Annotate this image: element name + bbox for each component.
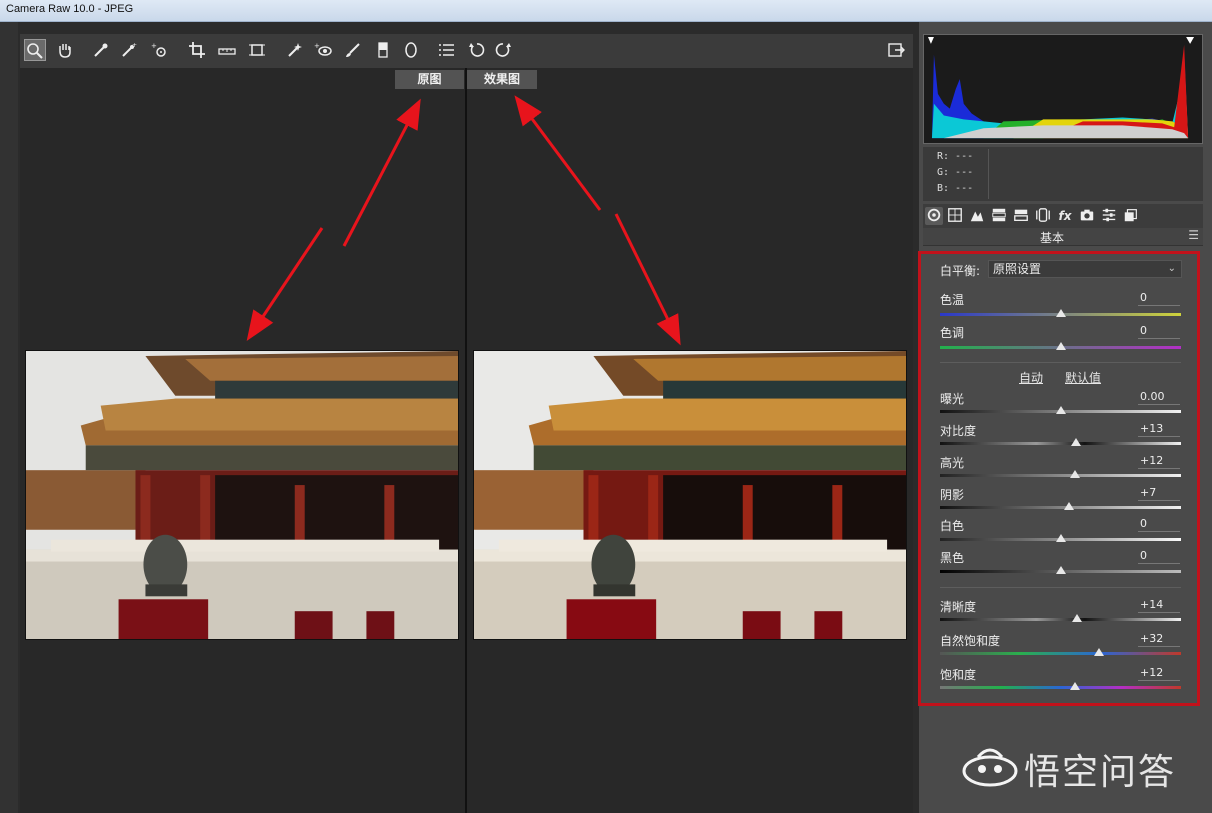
readout-g: G: ---	[937, 167, 974, 178]
watermark-logo	[962, 748, 1018, 787]
camera-calibration-tab-icon[interactable]	[1078, 207, 1096, 225]
tool-bar: + + +	[20, 34, 913, 68]
svg-text:+: +	[151, 42, 157, 50]
spot-removal-tool-icon[interactable]	[284, 39, 306, 61]
panel-tabs: fx	[923, 204, 1203, 228]
snapshots-tab-icon[interactable]	[1122, 207, 1140, 225]
rotate-left-icon[interactable]	[466, 39, 488, 61]
after-image	[473, 350, 907, 640]
highlight-box	[918, 251, 1200, 706]
detail-tab-icon[interactable]	[968, 207, 986, 225]
presets-tab-icon[interactable]	[1100, 207, 1118, 225]
svg-text:+: +	[314, 42, 320, 50]
fullscreen-toggle-icon[interactable]	[885, 39, 907, 61]
lens-corrections-tab-icon[interactable]	[1034, 207, 1052, 225]
watermark-text: 悟空问答	[1024, 752, 1177, 793]
panel-title: 基本	[1039, 231, 1064, 245]
adjustment-brush-tool-icon[interactable]	[342, 39, 364, 61]
window-titlebar: Camera Raw 10.0 - JPEG	[0, 0, 1212, 22]
color-sampler-tool-icon[interactable]: +	[118, 39, 140, 61]
left-margin	[0, 22, 18, 813]
tone-curve-tab-icon[interactable]	[946, 207, 964, 225]
targeted-adjustment-tool-icon[interactable]: +	[148, 39, 170, 61]
basic-tab-icon[interactable]	[925, 207, 943, 225]
preview-divider	[465, 68, 467, 813]
crop-tool-icon[interactable]	[186, 39, 208, 61]
panel-header: 基本 ☰	[923, 228, 1203, 246]
straighten-tool-icon[interactable]	[216, 39, 238, 61]
rgb-readout: R: --- G: --- B: ---	[923, 147, 1203, 201]
graduated-filter-tool-icon[interactable]	[372, 39, 394, 61]
after-tab: 效果图	[467, 70, 537, 89]
zoom-tool-icon[interactable]	[24, 39, 46, 61]
preferences-tool-icon[interactable]	[436, 39, 458, 61]
radial-filter-tool-icon[interactable]	[400, 39, 422, 61]
red-eye-tool-icon[interactable]: +	[312, 39, 334, 61]
effects-tab-icon[interactable]: fx	[1056, 207, 1074, 225]
readout-r: R: ---	[937, 151, 974, 162]
readout-b: B: ---	[937, 183, 974, 194]
transform-tool-icon[interactable]	[246, 39, 268, 61]
panel-menu-icon[interactable]: ☰	[1188, 228, 1199, 242]
hsl-tab-icon[interactable]	[990, 207, 1008, 225]
before-tab: 原图	[395, 70, 464, 89]
watermark: 悟空问答	[960, 737, 1200, 797]
rotate-right-icon[interactable]	[492, 39, 514, 61]
before-image	[25, 350, 459, 640]
white-balance-tool-icon[interactable]	[90, 39, 112, 61]
svg-text:+: +	[132, 42, 137, 49]
hand-tool-icon[interactable]	[54, 39, 76, 61]
window-title: Camera Raw 10.0 - JPEG	[6, 3, 134, 15]
histogram	[923, 34, 1203, 144]
split-toning-tab-icon[interactable]	[1012, 207, 1030, 225]
